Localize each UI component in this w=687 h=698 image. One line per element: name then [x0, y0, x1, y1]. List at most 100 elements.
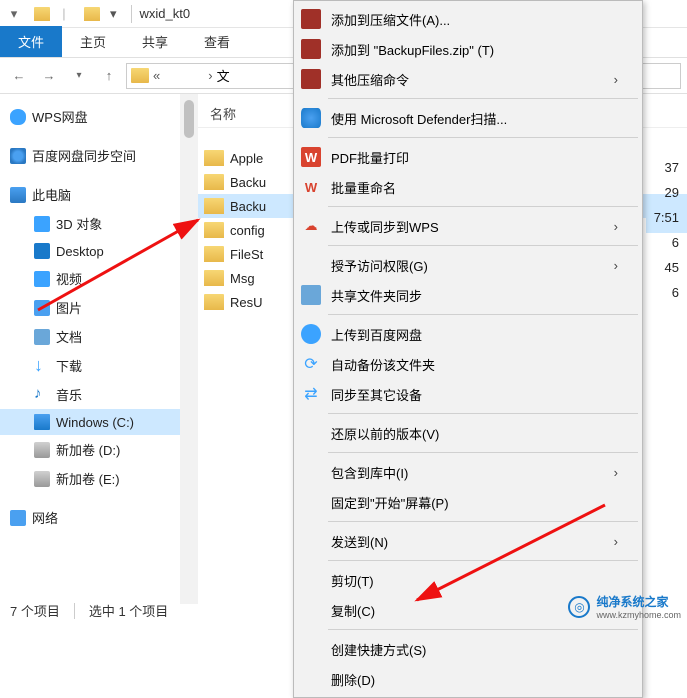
file-name: Backu: [230, 175, 266, 190]
ctx-defender-scan[interactable]: 使用 Microsoft Defender扫描...: [296, 103, 640, 133]
nav-back-button[interactable]: ←: [6, 63, 32, 89]
blank-icon: [301, 570, 321, 590]
tab-home[interactable]: 主页: [62, 26, 124, 57]
blank-icon: [301, 255, 321, 275]
folder-icon: [204, 246, 224, 262]
nav-up-button[interactable]: ↑: [96, 63, 122, 89]
status-selection: 选中 1 个项目: [89, 601, 168, 620]
nav-baidu-sync[interactable]: 百度网盘同步空间: [0, 141, 180, 170]
download-icon: ↓: [34, 358, 50, 374]
nav-label: 此电脑: [32, 185, 71, 204]
menu-separator: [328, 452, 638, 453]
chevron-right-icon[interactable]: ›: [208, 68, 212, 83]
chevron-right-icon[interactable]: «: [153, 68, 160, 83]
file-name: config: [230, 223, 265, 238]
ctx-cut[interactable]: 剪切(T): [296, 565, 640, 595]
ctx-share-folder-sync[interactable]: 共享文件夹同步: [296, 280, 640, 310]
archive-icon: [301, 39, 321, 59]
navigation-pane: WPS网盘 百度网盘同步空间 此电脑 3D 对象 Desktop: [0, 94, 180, 604]
qat-dropdown[interactable]: ▾: [110, 6, 117, 22]
file-name: Msg: [230, 271, 255, 286]
video-icon: [34, 271, 50, 287]
menu-separator: [328, 314, 638, 315]
chevron-right-icon: ›: [614, 258, 618, 273]
ctx-other-compress[interactable]: 其他压缩命令›: [296, 64, 640, 94]
share-icon: [301, 285, 321, 305]
navpane-scrollbar[interactable]: [180, 94, 198, 604]
date-cell: 7:51: [646, 208, 687, 233]
cloud-up-icon: ☁: [301, 216, 321, 236]
blank-icon: [301, 462, 321, 482]
nav-forward-button[interactable]: →: [36, 63, 62, 89]
blank-icon: [301, 423, 321, 443]
ctx-send-to[interactable]: 发送到(N)›: [296, 526, 640, 556]
ctx-include-library[interactable]: 包含到库中(I)›: [296, 457, 640, 487]
breadcrumb-segment[interactable]: 文: [217, 66, 230, 85]
nav-documents[interactable]: 文档: [0, 322, 180, 351]
ctx-upload-baidu[interactable]: 上传到百度网盘: [296, 319, 640, 349]
folder-icon: [204, 150, 224, 166]
drive-icon: [34, 471, 50, 487]
nav-label: 文档: [56, 327, 82, 346]
watermark: ◎ 纯净系统之家 www.kzmyhome.com: [568, 593, 681, 620]
nav-down-icon[interactable]: ▾: [4, 4, 24, 24]
ctx-create-shortcut[interactable]: 创建快捷方式(S): [296, 634, 640, 664]
nav-desktop[interactable]: Desktop: [0, 238, 180, 264]
ctx-pin-start[interactable]: 固定到"开始"屏幕(P): [296, 487, 640, 517]
folder-icon: [204, 294, 224, 310]
ctx-add-archive[interactable]: 添加到压缩文件(A)...: [296, 4, 640, 34]
date-column-partial: 37 29 7:51 6 45 6: [646, 158, 687, 308]
file-name: FileSt: [230, 247, 263, 262]
nav-volume-e[interactable]: 新加卷 (E:): [0, 464, 180, 493]
folder-icon: [204, 270, 224, 286]
menu-separator: [328, 413, 638, 414]
blank-icon: [301, 531, 321, 551]
menu-separator: [328, 98, 638, 99]
document-icon: [34, 329, 50, 345]
nav-label: 百度网盘同步空间: [32, 146, 136, 165]
nav-label: 网络: [32, 508, 58, 527]
ctx-auto-backup[interactable]: ⟳自动备份该文件夹: [296, 349, 640, 379]
nav-music[interactable]: ♪ 音乐: [0, 380, 180, 409]
blank-icon: [301, 639, 321, 659]
file-name: Backu: [230, 199, 266, 214]
nav-windows-c[interactable]: Windows (C:): [0, 409, 180, 435]
tab-view[interactable]: 查看: [186, 26, 248, 57]
ctx-pdf-batch-print[interactable]: WPDF批量打印: [296, 142, 640, 172]
blank-icon: [301, 492, 321, 512]
ctx-give-access[interactable]: 授予访问权限(G)›: [296, 250, 640, 280]
status-item-count: 7 个项目: [10, 601, 60, 620]
date-cell: 6: [646, 283, 687, 308]
nav-label: Desktop: [56, 244, 104, 259]
folder-icon: [204, 222, 224, 238]
watermark-icon: ◎: [568, 596, 590, 618]
folder-icon: [204, 198, 224, 214]
nav-3d-objects[interactable]: 3D 对象: [0, 209, 180, 238]
menu-separator: [328, 560, 638, 561]
nav-network[interactable]: 网络: [0, 503, 180, 532]
tab-share[interactable]: 共享: [124, 26, 186, 57]
nav-recent-button[interactable]: ▾: [66, 63, 92, 89]
folder-icon: [204, 174, 224, 190]
status-bar: 7 个项目 选中 1 个项目: [10, 601, 168, 620]
nav-videos[interactable]: 视频: [0, 264, 180, 293]
baidu-icon: [301, 324, 321, 344]
nav-label: WPS网盘: [32, 107, 88, 126]
date-cell: 37: [646, 158, 687, 183]
nav-volume-d[interactable]: 新加卷 (D:): [0, 435, 180, 464]
nav-wps-cloud[interactable]: WPS网盘: [0, 102, 180, 131]
nav-downloads[interactable]: ↓ 下载: [0, 351, 180, 380]
nav-pictures[interactable]: 图片: [0, 293, 180, 322]
ctx-add-backupfiles-zip[interactable]: 添加到 "BackupFiles.zip" (T): [296, 34, 640, 64]
scrollbar-thumb[interactable]: [184, 100, 194, 138]
ctx-restore-versions[interactable]: 还原以前的版本(V): [296, 418, 640, 448]
nav-thispc[interactable]: 此电脑: [0, 180, 180, 209]
nav-label: Windows (C:): [56, 415, 134, 430]
folder-icon: [34, 7, 50, 21]
tab-file[interactable]: 文件: [0, 26, 62, 57]
ctx-delete[interactable]: 删除(D): [296, 664, 640, 694]
ctx-sync-devices[interactable]: ⇄同步至其它设备: [296, 379, 640, 409]
ctx-upload-wps[interactable]: ☁上传或同步到WPS›: [296, 211, 640, 241]
ctx-batch-rename[interactable]: W批量重命名: [296, 172, 640, 202]
sync-icon: ⟳: [301, 354, 321, 374]
